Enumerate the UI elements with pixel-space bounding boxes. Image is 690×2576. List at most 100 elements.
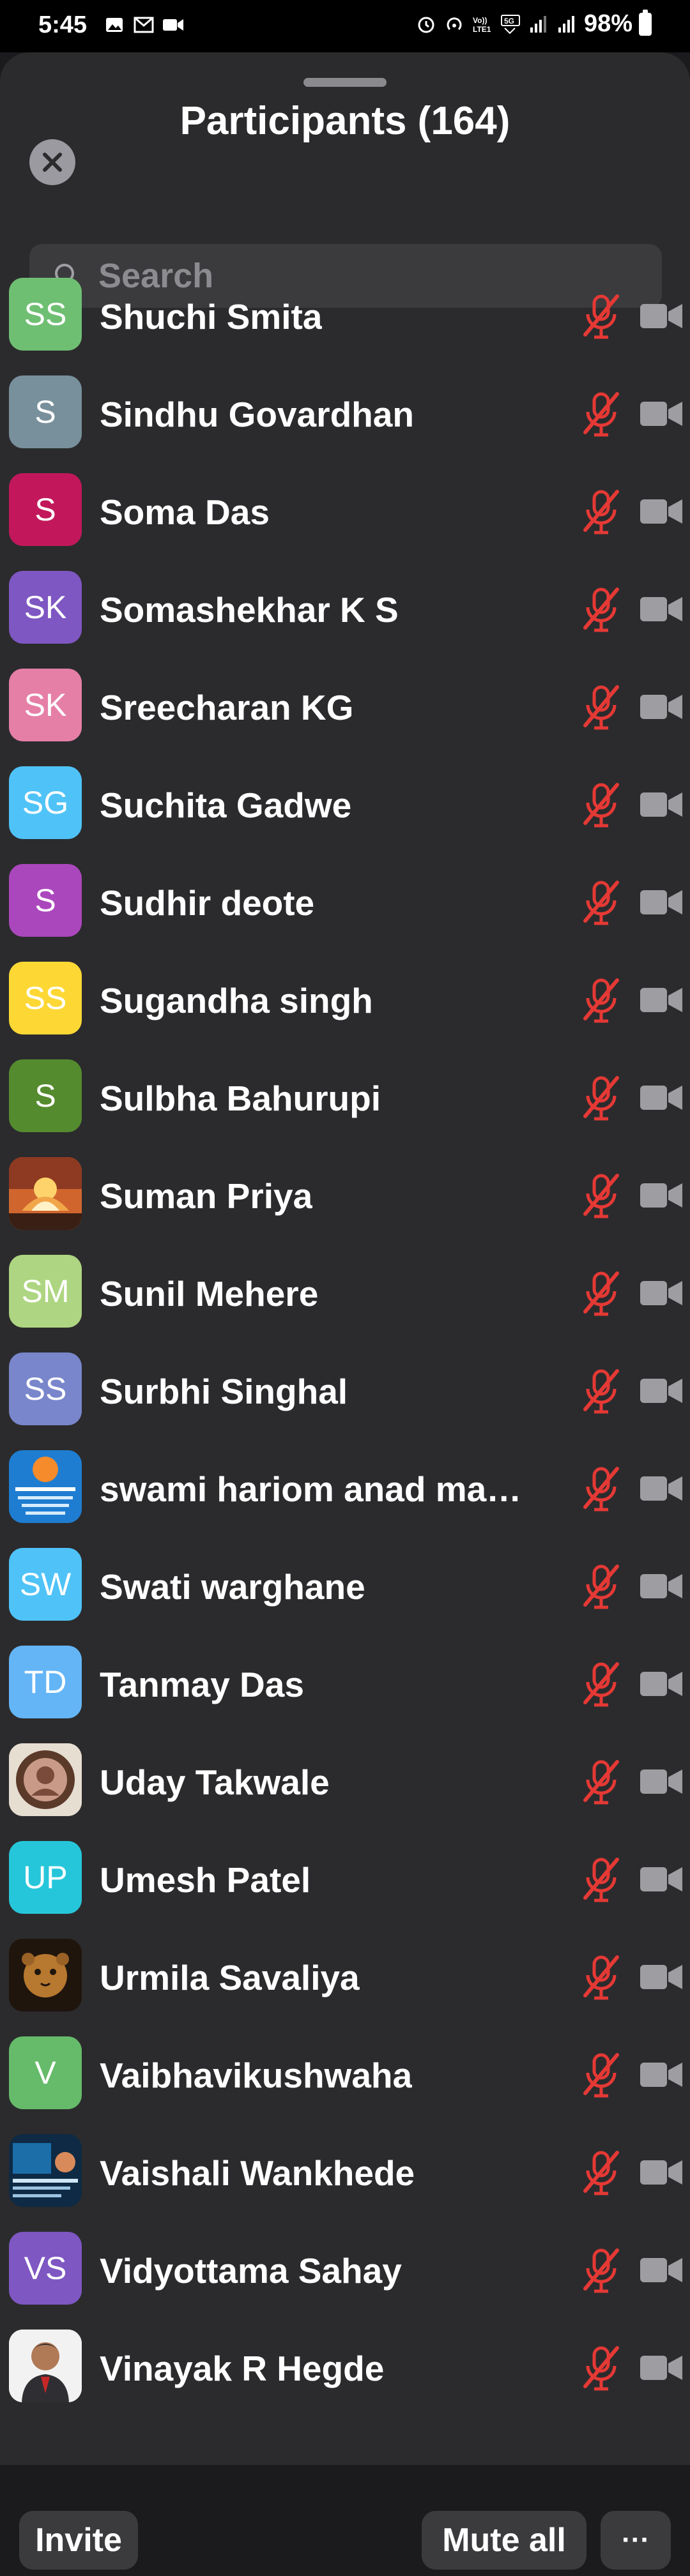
drag-handle[interactable] [303, 78, 387, 87]
video-off-icon[interactable] [639, 1570, 684, 1602]
participant-row[interactable]: UP Umesh Patel [0, 1831, 690, 1929]
participant-row[interactable]: SK Somashekhar K S [0, 561, 690, 659]
video-off-icon[interactable] [639, 2254, 684, 2286]
participant-row[interactable]: SK Sreecharan KG [0, 659, 690, 757]
participant-name: Sunil Mehere [100, 1274, 319, 1314]
avatar-initials: S [9, 864, 82, 937]
video-off-icon[interactable] [639, 496, 684, 527]
avatar-initials: SM [9, 1255, 82, 1328]
status-bar: 5:45 Vo)) LTE1 5G 98% [0, 0, 690, 52]
mic-muted-icon[interactable] [579, 292, 624, 341]
participant-name: Sindhu Govardhan [100, 395, 414, 434]
participant-name: Sugandha singh [100, 981, 373, 1020]
battery-icon [639, 9, 652, 36]
participant-name: swami hariom anad mah… [100, 1469, 534, 1509]
video-off-icon[interactable] [639, 593, 684, 625]
participant-row[interactable]: S Sudhir deote [0, 854, 690, 952]
mic-muted-icon[interactable] [579, 1758, 624, 1807]
avatar-initials: V [9, 2036, 82, 2109]
mic-muted-icon[interactable] [579, 488, 624, 536]
avatar-initials: SS [9, 278, 82, 351]
avatar-initials: S [9, 1059, 82, 1132]
video-off-icon[interactable] [639, 2059, 684, 2091]
mic-muted-icon[interactable] [579, 683, 624, 732]
mic-muted-icon[interactable] [579, 1269, 624, 1318]
participant-row[interactable]: V Vaibhavikushwaha [0, 2027, 690, 2125]
mic-muted-icon[interactable] [579, 781, 624, 830]
video-off-icon[interactable] [639, 1473, 684, 1504]
invite-button[interactable]: Invite [19, 2511, 138, 2570]
participant-row[interactable]: Urmila Savaliya [0, 1929, 690, 2027]
video-off-icon[interactable] [639, 1179, 684, 1211]
gmail-icon [133, 14, 155, 36]
participant-row[interactable]: Uday Takwale [0, 1734, 690, 1831]
mic-muted-icon[interactable] [579, 879, 624, 927]
video-off-icon[interactable] [639, 984, 684, 1016]
participant-name: Uday Takwale [100, 1762, 330, 1802]
participant-row[interactable]: TD Tanmay Das [0, 1636, 690, 1734]
video-off-icon[interactable] [639, 1961, 684, 1993]
participant-name: Soma Das [100, 492, 270, 532]
participant-row[interactable]: SW Swati warghane [0, 1538, 690, 1636]
video-off-icon[interactable] [639, 1082, 684, 1114]
participant-name: Vaibhavikushwaha [100, 2056, 413, 2095]
participant-row[interactable]: VS Vidyottama Sahay [0, 2222, 690, 2320]
participant-row[interactable]: SG Suchita Gadwe [0, 757, 690, 854]
mic-muted-icon[interactable] [579, 1172, 624, 1220]
participant-name: Suman Priya [100, 1176, 313, 1216]
video-off-icon[interactable] [639, 1668, 684, 1700]
participant-row[interactable]: S Sindhu Govardhan [0, 366, 690, 464]
close-button[interactable] [29, 139, 75, 185]
mic-muted-icon[interactable] [579, 2051, 624, 2100]
video-off-icon[interactable] [639, 886, 684, 918]
mic-muted-icon[interactable] [579, 1367, 624, 1416]
participant-row[interactable]: S Sulbha Bahurupi [0, 1050, 690, 1148]
video-off-icon[interactable] [639, 691, 684, 723]
avatar-initials: SG [9, 766, 82, 839]
video-off-icon[interactable] [639, 1766, 684, 1798]
participant-row[interactable]: Vinayak R Hegde [0, 2320, 690, 2418]
mic-muted-icon[interactable] [579, 586, 624, 634]
mic-muted-icon[interactable] [579, 390, 624, 439]
participant-row[interactable]: Vaishali Wankhede [0, 2125, 690, 2222]
mic-muted-icon[interactable] [579, 1856, 624, 1904]
mic-muted-icon[interactable] [579, 1074, 624, 1123]
participant-row[interactable]: swami hariom anad mah… [0, 1441, 690, 1538]
mic-muted-icon[interactable] [579, 2246, 624, 2295]
mic-muted-icon[interactable] [579, 1660, 624, 1709]
participant-row[interactable]: S Soma Das [0, 464, 690, 561]
mute-all-button[interactable]: Mute all [422, 2511, 586, 2570]
mic-muted-icon[interactable] [579, 976, 624, 1025]
participant-name: Suchita Gadwe [100, 785, 352, 825]
svg-text:Vo)): Vo)) [473, 16, 487, 25]
avatar-initials: UP [9, 1841, 82, 1914]
mic-muted-icon[interactable] [579, 1465, 624, 1513]
mic-muted-icon[interactable] [579, 2344, 624, 2393]
participant-name: Shuchi Smita [100, 297, 323, 337]
mic-muted-icon[interactable] [579, 1953, 624, 2002]
participant-row[interactable]: Suman Priya [0, 1148, 690, 1245]
network-5g-icon: 5G [500, 13, 521, 35]
mic-muted-icon[interactable] [579, 2149, 624, 2197]
avatar-photo [9, 1157, 82, 1230]
footer-bar: Invite Mute all ··· [0, 2465, 690, 2576]
more-options-button[interactable]: ··· [601, 2511, 671, 2570]
participant-name: Vaishali Wankhede [100, 2153, 415, 2193]
video-off-icon[interactable] [639, 1375, 684, 1407]
video-off-icon[interactable] [639, 2156, 684, 2188]
mic-muted-icon[interactable] [579, 1563, 624, 1611]
participant-row[interactable]: SS Surbhi Singhal [0, 1343, 690, 1441]
video-off-icon[interactable] [639, 1277, 684, 1309]
video-off-icon[interactable] [639, 1863, 684, 1895]
svg-text:5G: 5G [504, 17, 514, 26]
participant-row[interactable]: SS Shuchi Smita [0, 268, 690, 366]
video-off-icon[interactable] [639, 300, 684, 332]
video-off-icon[interactable] [639, 789, 684, 821]
video-off-icon[interactable] [639, 398, 684, 430]
participant-name: Sreecharan KG [100, 688, 354, 727]
participant-row[interactable]: SM Sunil Mehere [0, 1245, 690, 1343]
participant-name: Urmila Savaliya [100, 1958, 360, 1997]
participant-row[interactable]: SS Sugandha singh [0, 952, 690, 1050]
video-off-icon[interactable] [639, 2352, 684, 2384]
status-time: 5:45 [38, 11, 88, 38]
